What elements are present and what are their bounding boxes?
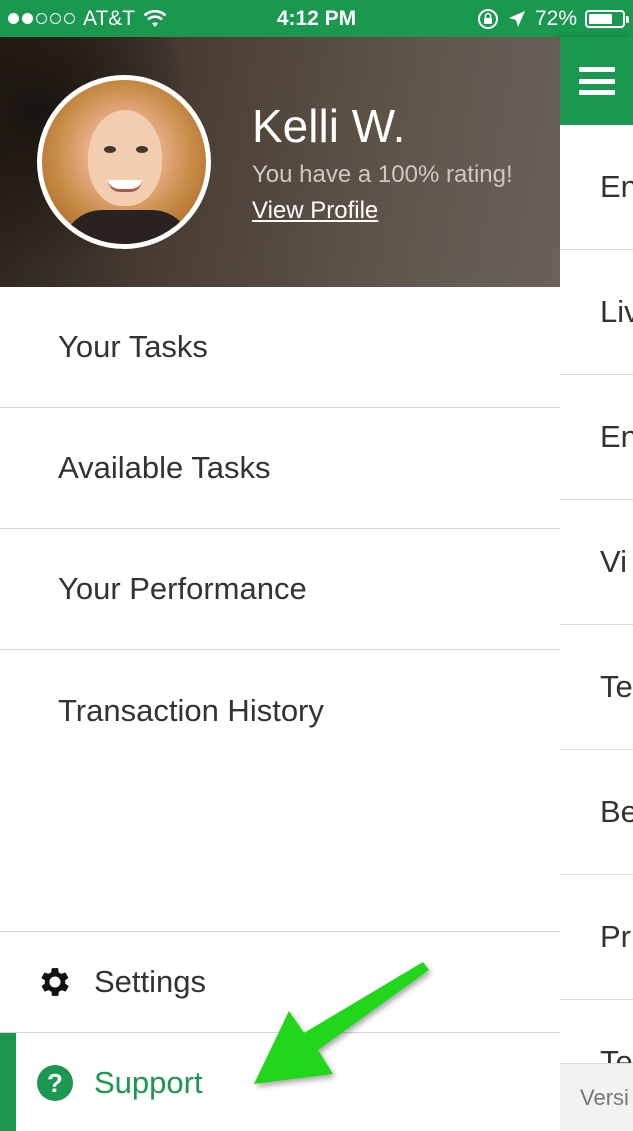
list-item[interactable]: Be <box>560 750 633 875</box>
list-item[interactable]: Te <box>560 625 633 750</box>
menu-item-transaction-history[interactable]: Transaction History <box>0 650 560 771</box>
menu-button[interactable] <box>560 37 633 125</box>
profile-header: Kelli W. You have a 100% rating! View Pr… <box>0 37 560 287</box>
support-label: Support <box>94 1065 203 1100</box>
menu-item-label: Your Tasks <box>58 329 208 364</box>
drawer-bottom-menu: Settings ? Support <box>0 931 560 1131</box>
menu-item-your-performance[interactable]: Your Performance <box>0 529 560 650</box>
status-bar: AT&T 4:12 PM 72% <box>0 0 633 37</box>
view-profile-link[interactable]: View Profile <box>252 197 378 225</box>
battery-icon <box>585 9 629 28</box>
menu-item-label: Transaction History <box>58 692 324 728</box>
main-content-panel: En Liv En Vi Te Be Pr Te Versi <box>560 37 633 1131</box>
gear-icon <box>36 963 74 1001</box>
menu-item-your-tasks[interactable]: Your Tasks <box>0 287 560 408</box>
settings-button[interactable]: Settings <box>0 931 560 1032</box>
navigation-drawer: Kelli W. You have a 100% rating! View Pr… <box>0 37 560 1131</box>
hamburger-icon <box>578 67 615 95</box>
status-right: 72% <box>477 0 629 37</box>
menu-item-label: Available Tasks <box>58 450 271 485</box>
help-circle-icon: ? <box>36 1064 74 1102</box>
list-item[interactable]: Pr <box>560 875 633 1000</box>
profile-name: Kelli W. <box>252 100 406 152</box>
battery-percent: 72% <box>534 6 577 30</box>
profile-rating: You have a 100% rating! <box>252 161 513 188</box>
list-item[interactable]: En <box>560 375 633 500</box>
list-item[interactable]: En <box>560 125 633 250</box>
list-item[interactable]: Vi <box>560 500 633 625</box>
support-button[interactable]: ? Support <box>0 1032 560 1131</box>
settings-label: Settings <box>94 964 207 999</box>
version-footer: Versi <box>560 1063 633 1131</box>
drawer-menu: Your Tasks Available Tasks Your Performa… <box>0 287 560 771</box>
menu-item-label: Your Performance <box>58 571 307 606</box>
location-arrow-icon <box>508 10 525 27</box>
list-item[interactable]: Liv <box>560 250 633 375</box>
menu-item-available-tasks[interactable]: Available Tasks <box>0 408 560 529</box>
avatar[interactable] <box>37 75 211 249</box>
rotation-lock-icon <box>477 8 498 29</box>
